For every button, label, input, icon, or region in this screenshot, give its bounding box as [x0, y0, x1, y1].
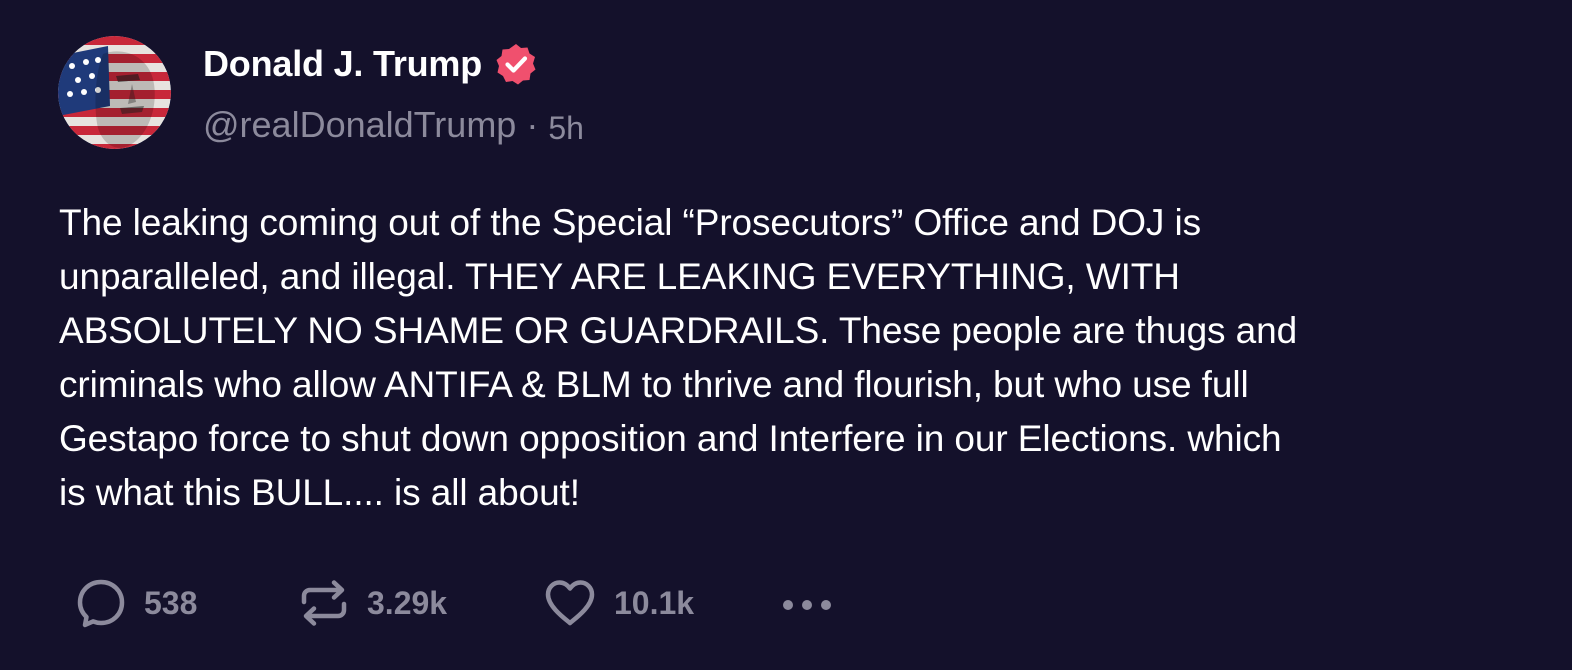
reply-icon — [74, 576, 128, 630]
verified-badge-icon — [494, 42, 538, 86]
meta-separator: · — [526, 104, 539, 145]
post-timestamp[interactable]: 5h — [548, 104, 584, 147]
like-button[interactable]: 10.1k — [542, 574, 694, 632]
author-avatar[interactable] — [58, 36, 171, 149]
post-body-text: The leaking coming out of the Special “P… — [59, 202, 1298, 513]
reply-button[interactable]: 538 — [74, 574, 197, 632]
post-card: Donald J. Trump @realDonaldTrump · 5h Th… — [0, 0, 1572, 670]
heart-icon — [542, 576, 598, 630]
author-display-name[interactable]: Donald J. Trump — [203, 43, 482, 85]
repost-count: 3.29k — [367, 584, 448, 621]
like-count: 10.1k — [614, 584, 695, 621]
author-handle-row: @realDonaldTrump · 5h — [203, 100, 584, 150]
author-handle[interactable]: @realDonaldTrump — [203, 104, 516, 146]
author-name-row: Donald J. Trump — [203, 40, 538, 88]
more-icon — [778, 576, 838, 630]
reply-count: 538 — [144, 584, 198, 621]
repost-icon — [297, 576, 351, 630]
repost-button[interactable]: 3.29k — [297, 574, 447, 632]
post-actions-bar: 538 3.29k 10.1k — [74, 574, 874, 632]
avatar-image — [58, 36, 171, 149]
more-options-button[interactable] — [778, 574, 838, 632]
